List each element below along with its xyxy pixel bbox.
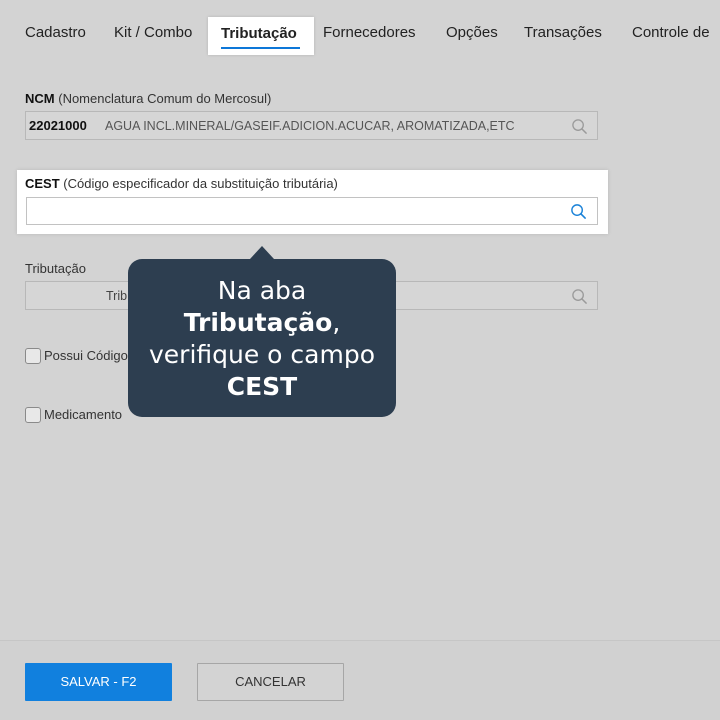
tab-controle[interactable]: Controle de	[632, 24, 710, 41]
tooltip-line-3: verifique o campo	[148, 340, 375, 369]
tooltip-line-4: CEST	[128, 371, 396, 403]
ncm-label-rest: (Nomenclatura Comum do Mercosul)	[58, 91, 272, 106]
tooltip-arrow	[250, 246, 274, 259]
footer-bar: SALVAR - F2 CANCELAR	[0, 640, 720, 720]
tab-opcoes[interactable]: Opções	[446, 24, 498, 41]
tributacao-label: Tributação	[25, 261, 86, 276]
cest-input[interactable]	[26, 197, 598, 225]
ncm-description: AGUA INCL.MINERAL/GASEIF.ADICION.ACUCAR,…	[105, 119, 515, 133]
tab-cadastro[interactable]: Cadastro	[25, 24, 86, 41]
cest-label: CEST (Código especificador da substituiç…	[25, 176, 338, 191]
cancel-button[interactable]: CANCELAR	[197, 663, 344, 701]
tooltip-line-2-rest: ,	[332, 308, 341, 337]
tab-tributacao[interactable]: Tributação	[208, 17, 314, 55]
tooltip-callout: Na aba Tributação, verifique o campo CES…	[128, 246, 396, 417]
medicamento-label: Medicamento	[44, 407, 123, 422]
search-icon[interactable]	[570, 203, 587, 220]
tab-transacoes[interactable]: Transações	[524, 24, 602, 41]
cest-highlight: CEST (Código especificador da substituiç…	[17, 170, 608, 234]
possui-codigo-checkbox[interactable]	[25, 348, 41, 364]
medicamento-checkbox[interactable]	[25, 407, 41, 423]
tab-fornecedores[interactable]: Fornecedores	[323, 24, 416, 41]
ncm-code: 22021000	[29, 118, 87, 133]
tab-kit-combo[interactable]: Kit / Combo	[114, 24, 192, 41]
possui-codigo-label: Possui Código	[44, 348, 128, 363]
cest-label-rest: (Código especificador da substituição tr…	[63, 176, 338, 191]
tooltip-line-2: Tributação,	[128, 307, 396, 339]
ncm-label-bold: NCM	[25, 91, 55, 106]
tooltip-line-1: Na aba	[217, 276, 307, 305]
ncm-field[interactable]: 22021000 AGUA INCL.MINERAL/GASEIF.ADICIO…	[25, 111, 598, 140]
tributacao-value: Trib	[106, 289, 128, 303]
search-icon[interactable]	[571, 288, 588, 305]
active-tab-indicator	[221, 47, 300, 49]
tooltip-line-4-bold: CEST	[226, 372, 298, 401]
cest-label-bold: CEST	[25, 176, 60, 191]
tab-tributacao-label: Tributação	[221, 25, 297, 42]
save-button[interactable]: SALVAR - F2	[25, 663, 172, 701]
tab-bar: Cadastro Kit / Combo Tributação Forneced…	[0, 0, 720, 60]
search-icon[interactable]	[571, 118, 588, 135]
tooltip-line-2-bold: Tributação	[183, 308, 333, 337]
ncm-label: NCM (Nomenclatura Comum do Mercosul)	[25, 91, 271, 106]
